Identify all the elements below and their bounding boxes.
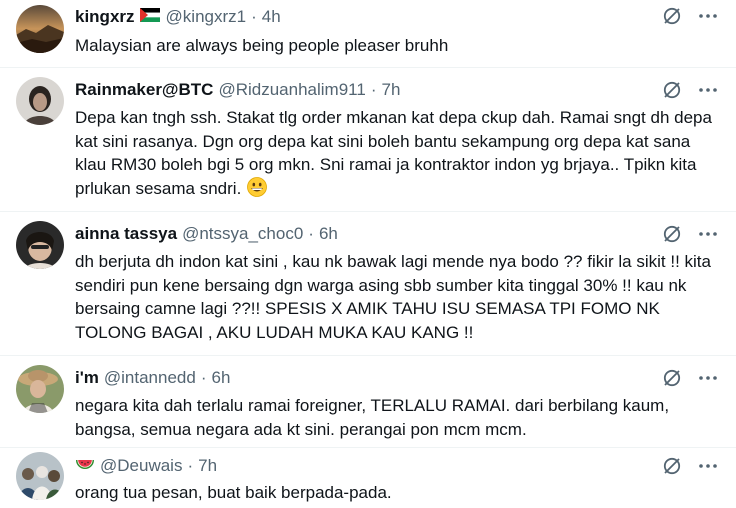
timestamp[interactable]: 4h [262, 7, 281, 27]
more-options-icon[interactable] [698, 224, 718, 244]
more-options-icon[interactable] [698, 6, 718, 26]
timestamp[interactable]: 6h [319, 224, 338, 244]
girl-avatar [16, 221, 64, 269]
watermelon-icon [75, 457, 95, 477]
tweet-actions [662, 224, 718, 244]
palestine-flag-icon [139, 7, 160, 27]
avatar[interactable] [16, 452, 64, 500]
avatar[interactable] [16, 5, 64, 53]
avatar[interactable] [16, 221, 64, 269]
separator-dot: · [187, 456, 194, 475]
tweet-header: kingxrz @kingxrz1 · 4h [75, 6, 281, 28]
tweet[interactable]: i'm @intannedd · 6h negara kita dah terl… [0, 356, 736, 448]
handle[interactable]: @intannedd [104, 368, 196, 388]
separator-dot: · [200, 368, 207, 387]
timestamp[interactable]: 7h [198, 456, 217, 476]
tweet[interactable]: Rainmaker@BTC @Ridzuanhalim911 · 7h Depa… [0, 68, 736, 212]
tweet-actions [662, 6, 718, 26]
tweet-header: i'm @intannedd · 6h [75, 367, 230, 389]
tweet-text: orang tua pesan, buat baik berpada-pada. [75, 483, 392, 502]
grok-icon[interactable] [662, 456, 682, 476]
grok-icon[interactable] [662, 224, 682, 244]
tweet[interactable]: ainna tassya @ntssya_choc0 · 6h dh berju… [0, 212, 736, 356]
timestamp[interactable]: 7h [381, 80, 400, 100]
avatar[interactable] [16, 365, 64, 413]
reply-feed: kingxrz @kingxrz1 · 4h Malaysian are alw… [0, 0, 736, 508]
tweet-header: Rainmaker@BTC @Ridzuanhalim911 · 7h [75, 79, 400, 101]
handle[interactable]: @kingxrz1 [166, 7, 247, 27]
tweet-text: negara kita dah terlalu ramai foreigner,… [75, 396, 670, 439]
tweet-header: @Deuwais · 7h [75, 455, 217, 477]
avatar[interactable] [16, 77, 64, 125]
more-options-icon[interactable] [698, 80, 718, 100]
separator-dot: · [370, 80, 377, 99]
more-options-icon[interactable] [698, 456, 718, 476]
sunset-landscape-avatar [16, 5, 64, 53]
tweet-text: Malaysian are always being people please… [75, 36, 449, 55]
grok-icon[interactable] [662, 80, 682, 100]
timestamp[interactable]: 6h [212, 368, 231, 388]
separator-dot: · [308, 224, 314, 243]
more-options-icon[interactable] [698, 368, 718, 388]
display-name[interactable]: i'm [75, 368, 99, 388]
hat-avatar [16, 365, 64, 413]
group-avatar [16, 452, 64, 500]
separator-dot: · [251, 7, 257, 26]
display-name[interactable]: Rainmaker@BTC [75, 80, 213, 100]
handle[interactable]: @Deuwais [100, 456, 182, 476]
tweet-text-content: Depa kan tngh ssh. Stakat tlg order mkan… [75, 108, 712, 198]
tweet-actions [662, 368, 718, 388]
handle[interactable]: @Ridzuanhalim911 [218, 80, 365, 100]
tweet-text: dh berjuta dh indon kat sini , kau nk ba… [75, 252, 711, 342]
tweet-text: Depa kan tngh ssh. Stakat tlg order mkan… [75, 106, 715, 203]
tweet[interactable]: kingxrz @kingxrz1 · 4h Malaysian are alw… [0, 0, 736, 68]
display-name[interactable]: kingxrz [75, 7, 135, 27]
display-name[interactable] [75, 455, 95, 477]
grinning-face-emoji [247, 176, 268, 204]
tweet[interactable]: @Deuwais · 7h orang tua pesan, buat baik… [0, 448, 736, 508]
display-name[interactable]: ainna tassya [75, 224, 177, 244]
grok-icon[interactable] [662, 368, 682, 388]
portrait-avatar [16, 77, 64, 125]
tweet-actions [662, 456, 718, 476]
handle[interactable]: @ntssya_choc0 [182, 224, 303, 244]
tweet-actions [662, 80, 718, 100]
grok-icon[interactable] [662, 6, 682, 26]
tweet-header: ainna tassya @ntssya_choc0 · 6h [75, 223, 338, 245]
